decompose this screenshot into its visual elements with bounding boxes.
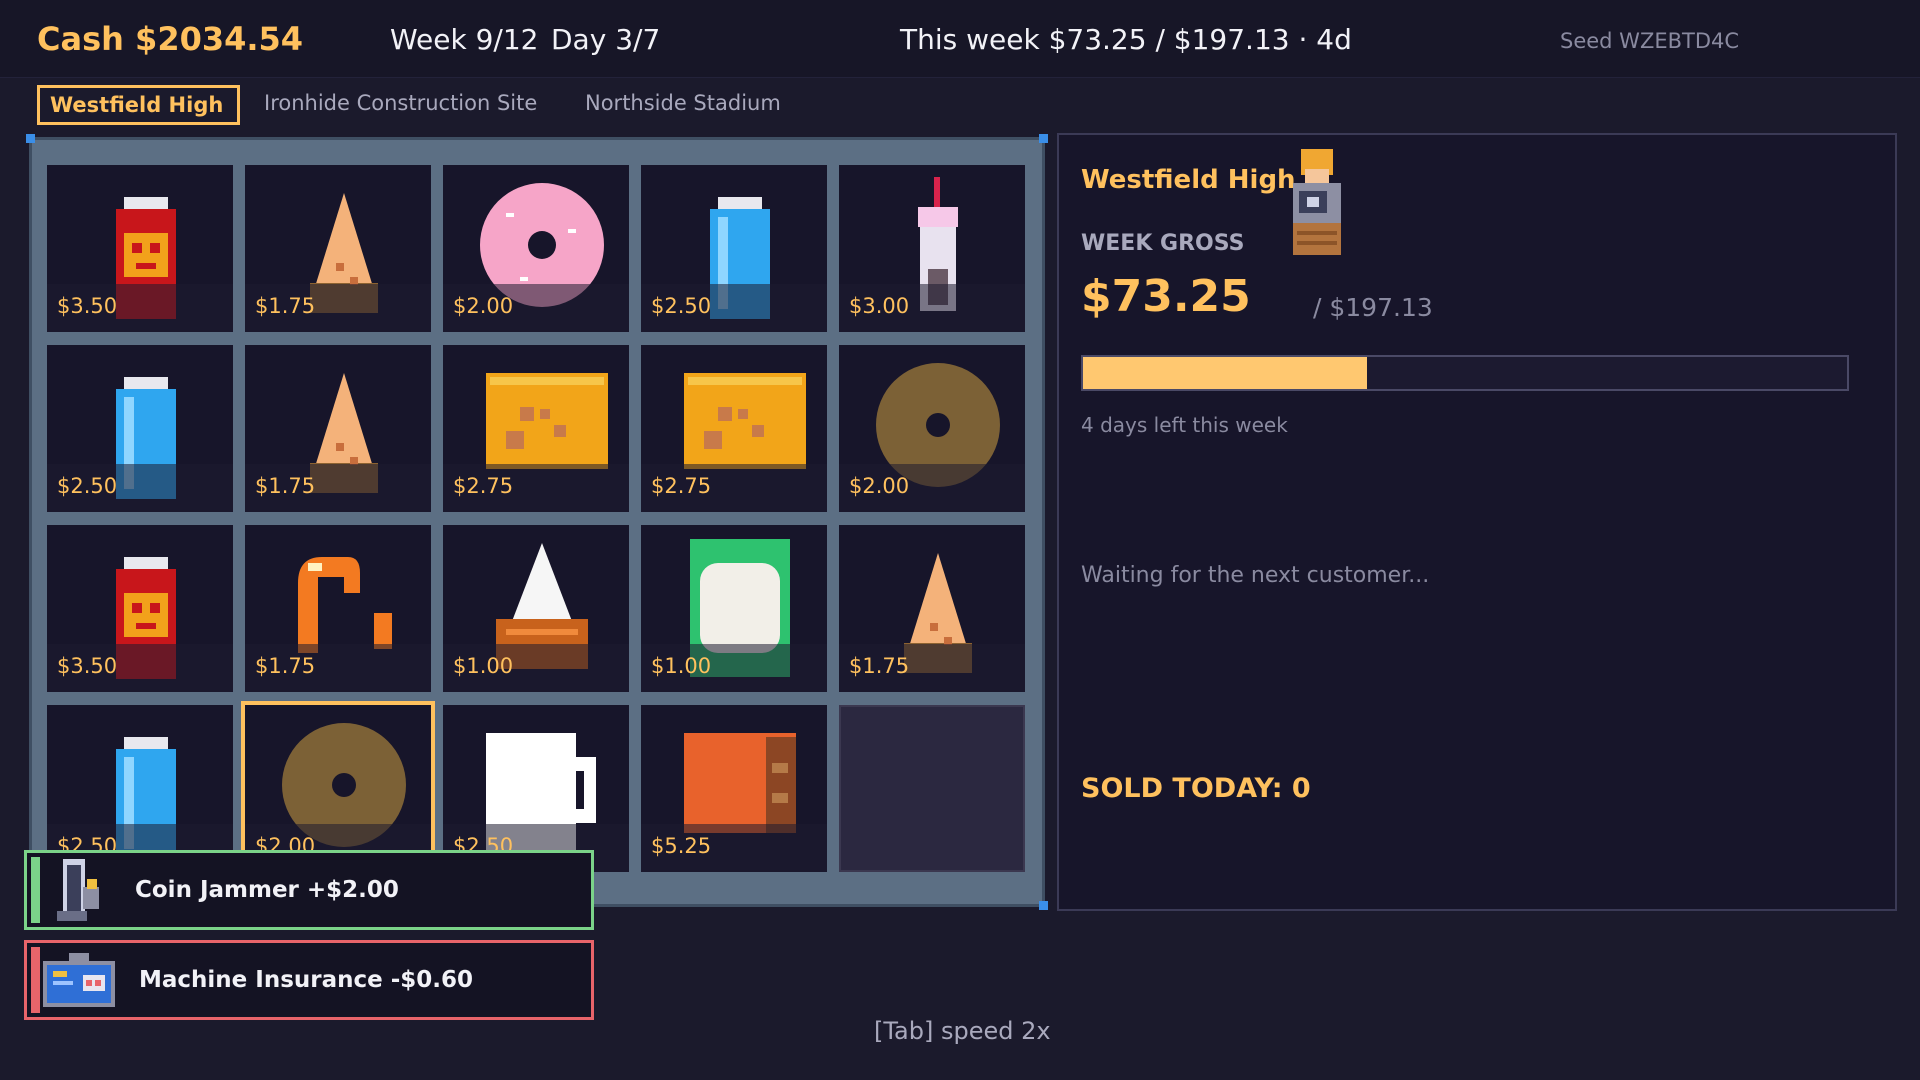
coin-jammer-label: Coin Jammer +$2.00 [135, 877, 399, 903]
slot-price: $1.00 [453, 654, 514, 678]
seed-label: Seed WZEBTD4C [1560, 29, 1740, 53]
weekly-progress-text: This week $73.25 / $197.13 · 4d [900, 23, 1352, 56]
slot-price: $2.75 [651, 474, 712, 498]
product-slot[interactable]: $2.50 [47, 705, 233, 872]
machine-insurance-icon [43, 953, 115, 1007]
slot-price: $2.50 [57, 474, 118, 498]
vendor-character-icon [1293, 149, 1341, 255]
product-slot[interactable]: $2.00 [241, 701, 435, 876]
resize-handle-icon[interactable] [1039, 134, 1048, 143]
resize-handle-icon[interactable] [26, 134, 35, 143]
tab-northside-stadium[interactable]: Northside Stadium [575, 85, 791, 125]
product-slot[interactable]: $2.50 [47, 345, 233, 512]
product-slot[interactable]: $2.75 [641, 345, 827, 512]
slot-price: $2.75 [453, 474, 514, 498]
machine-insurance-notice[interactable]: Machine Insurance -$0.60 [24, 940, 594, 1020]
product-slot[interactable]: $2.75 [443, 345, 629, 512]
machine-insurance-label: Machine Insurance -$0.60 [139, 967, 474, 993]
coin-jammer-icon [57, 859, 99, 921]
top-bar: Cash $2034.54 Week 9/12 Day 3/7 This wee… [0, 0, 1920, 78]
slot-price: $1.75 [849, 654, 910, 678]
week-progress-bar [1081, 355, 1849, 391]
week-counter: Week 9/12 [390, 23, 539, 56]
sold-today-counter: SOLD TODAY: 0 [1081, 773, 1311, 804]
product-slot[interactable]: $3.50 [47, 165, 233, 332]
empty-slot[interactable] [839, 705, 1025, 872]
slot-price: $1.75 [255, 654, 316, 678]
speed-hint: [Tab] speed 2x [874, 1017, 1051, 1045]
week-gross-label: WEEK GROSS [1081, 231, 1245, 256]
slot-price: $1.75 [255, 474, 316, 498]
product-slot[interactable]: $2.00 [443, 165, 629, 332]
location-info-panel: Westfield High WEEK GROSS $73.25 / $197.… [1057, 133, 1897, 911]
slot-price: $2.00 [849, 474, 910, 498]
location-name: Westfield High [1081, 165, 1296, 195]
notice-stripe [31, 857, 40, 923]
product-slot[interactable]: $5.25 [641, 705, 827, 872]
product-slot[interactable]: $1.75 [245, 345, 431, 512]
product-slot[interactable]: $2.50 [443, 705, 629, 872]
product-slot[interactable]: $1.75 [245, 525, 431, 692]
product-slot[interactable]: $2.50 [641, 165, 827, 332]
product-slot[interactable]: $1.00 [443, 525, 629, 692]
product-slot[interactable]: $1.75 [839, 525, 1025, 692]
week-progress-fill [1083, 357, 1367, 389]
product-slot[interactable]: $1.75 [245, 165, 431, 332]
slot-price: $3.50 [57, 294, 118, 318]
tab-ironhide-construction-site[interactable]: Ironhide Construction Site [254, 85, 547, 125]
slot-price: $2.50 [651, 294, 712, 318]
slot-price: $3.50 [57, 654, 118, 678]
tab-westfield-high[interactable]: Westfield High [37, 85, 240, 125]
product-slot[interactable]: $3.00 [839, 165, 1025, 332]
week-target: / $197.13 [1313, 293, 1433, 322]
product-slot[interactable]: $1.00 [641, 525, 827, 692]
customer-status-text: Waiting for the next customer... [1081, 563, 1430, 588]
day-counter: Day 3/7 [551, 23, 661, 56]
vending-machine-grid: $3.50 $1.75 $2.00 $2.50 $3.00 $2.50 $1.75 $2.75… [26, 134, 1048, 910]
slot-price: $5.25 [651, 834, 712, 858]
notice-stripe [31, 947, 40, 1013]
week-gross-value: $73.25 [1081, 271, 1251, 322]
product-slot[interactable]: $3.50 [47, 525, 233, 692]
resize-handle-icon[interactable] [1039, 901, 1048, 910]
slot-price: $1.75 [255, 294, 316, 318]
slot-price: $1.00 [651, 654, 712, 678]
slot-price: $3.00 [849, 294, 910, 318]
cash-display: Cash $2034.54 [37, 20, 304, 58]
coin-jammer-notice[interactable]: Coin Jammer +$2.00 [24, 850, 594, 930]
product-slot[interactable]: $2.00 [839, 345, 1025, 512]
slot-price: $2.00 [453, 294, 514, 318]
days-left-text: 4 days left this week [1081, 413, 1288, 437]
